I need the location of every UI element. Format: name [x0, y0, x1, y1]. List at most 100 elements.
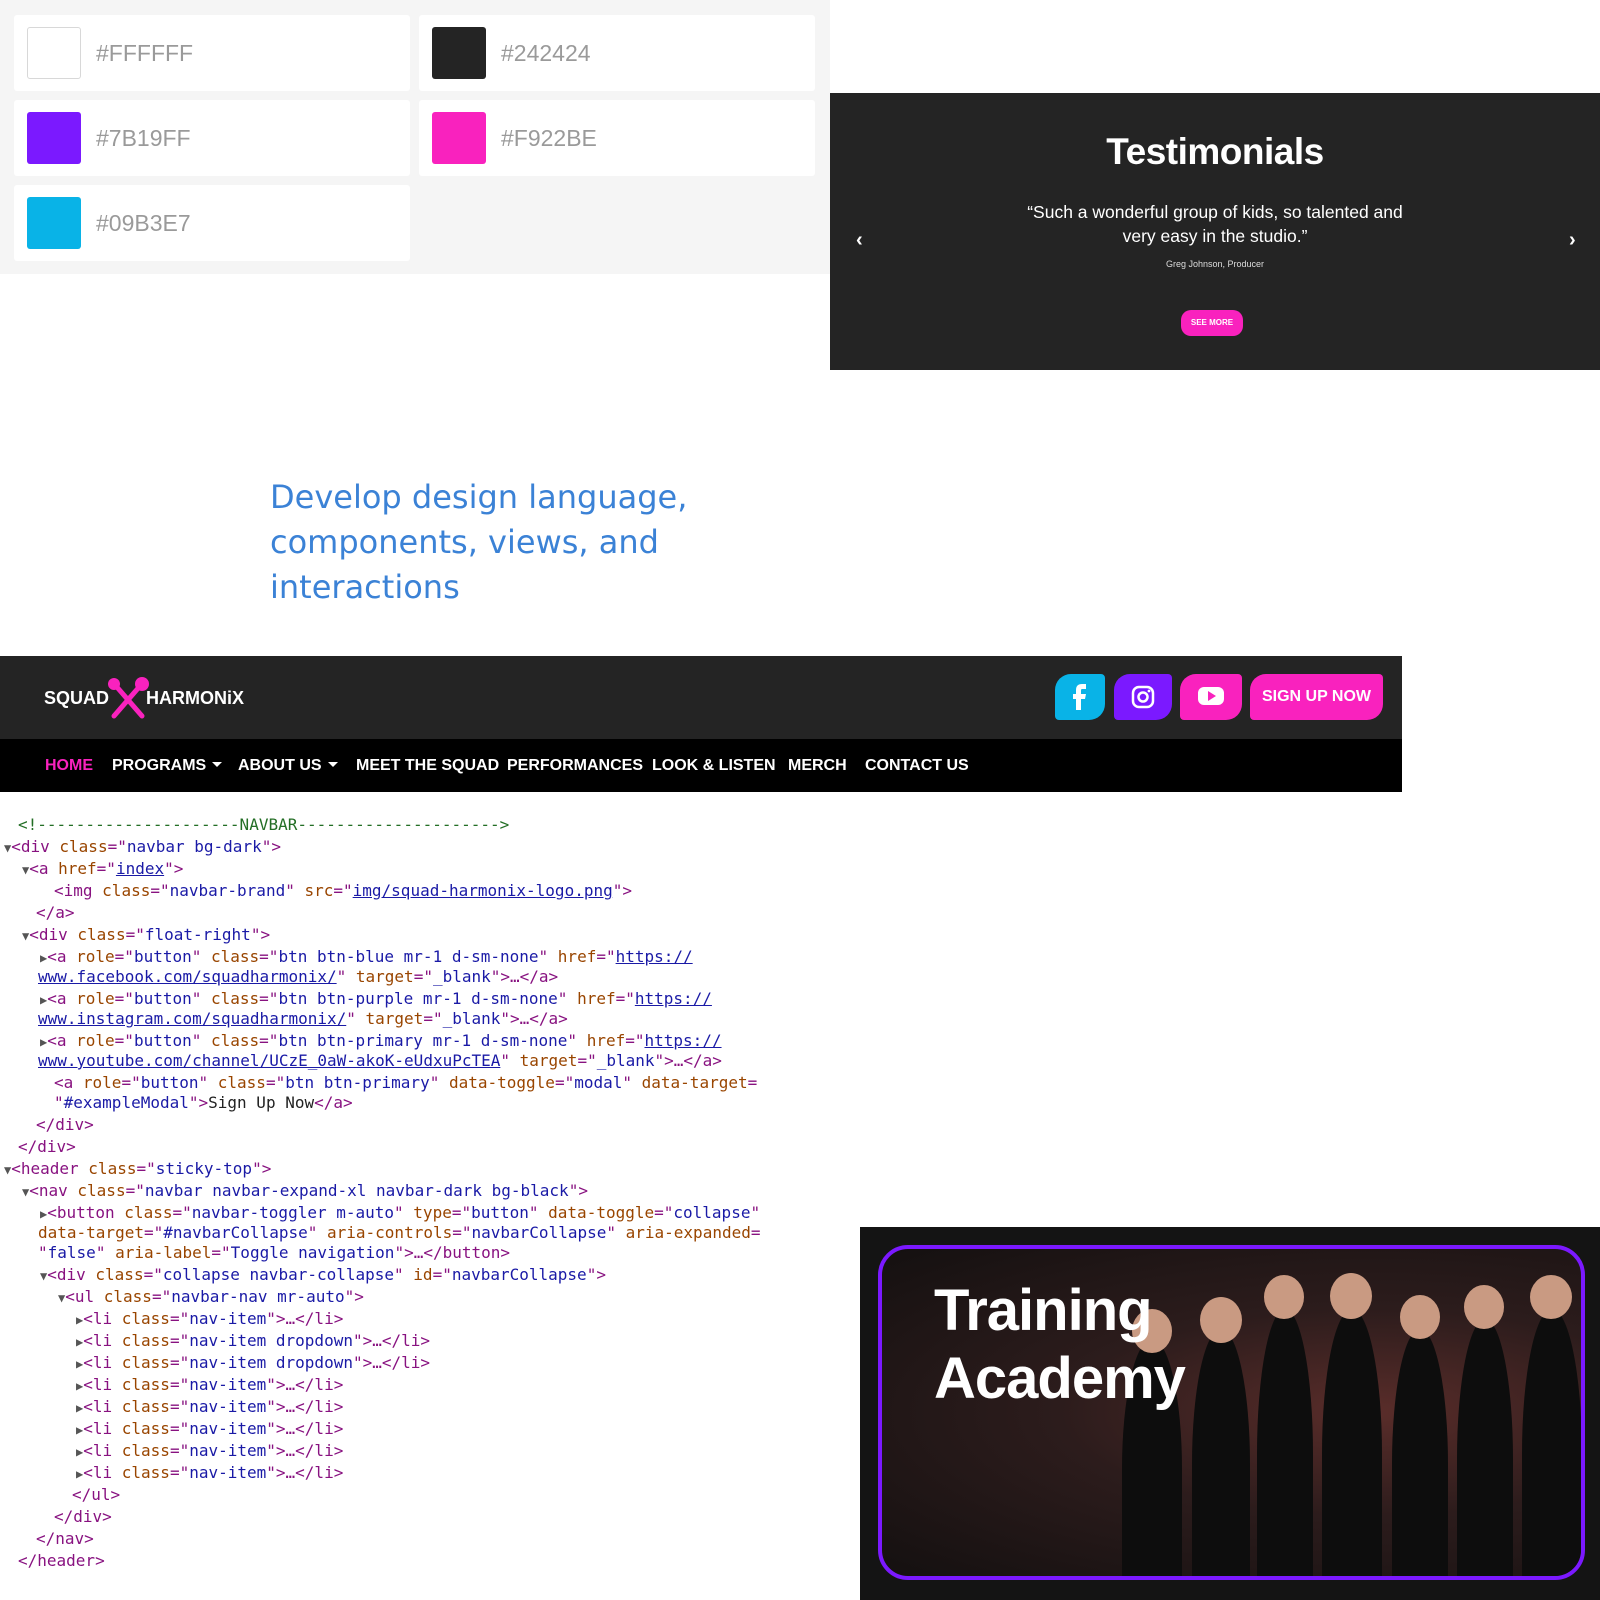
training-academy-frame: Training Academy	[878, 1245, 1585, 1580]
code-line[interactable]: ▶<li class="nav-item">…</li>	[76, 1440, 343, 1462]
chevron-left-icon[interactable]: ‹	[856, 229, 863, 252]
swatch-pink: #F922BE	[419, 100, 815, 176]
sign-up-now-button[interactable]: SIGN UP NOW	[1250, 674, 1383, 720]
code-line: </nav>	[36, 1529, 94, 1548]
testimonial-author: Greg Johnson, Producer	[1165, 259, 1265, 269]
swatch-chip	[27, 112, 81, 164]
performer	[1322, 1309, 1382, 1576]
swatch-dark: #242424	[419, 15, 815, 91]
code-line: </ul>	[72, 1485, 121, 1504]
code-line[interactable]: ▶<a role="button" class="btn btn-blue mr…	[40, 946, 693, 968]
youtube-icon	[1198, 687, 1224, 705]
training-academy-card[interactable]: Training Academy	[860, 1227, 1600, 1600]
facebook-button[interactable]	[1055, 674, 1105, 720]
caret-down-icon	[212, 762, 223, 767]
testimonials-title: Testimonials	[1106, 131, 1324, 172]
testimonial-quote: “Such a wonderful group of kids, so tale…	[1027, 202, 1403, 246]
chevron-right-icon[interactable]: ›	[1569, 229, 1576, 252]
code-line: </div>	[18, 1137, 76, 1156]
caret-down-icon	[327, 762, 338, 767]
code-line: </header>	[18, 1551, 105, 1570]
brand-logo[interactable]: SQUAD HARMONiX	[44, 676, 264, 720]
code-line[interactable]: "false" aria-label="Toggle navigation">……	[38, 1242, 510, 1264]
code-line[interactable]: ▼<div class="navbar bg-dark">	[4, 836, 281, 858]
youtube-button[interactable]	[1180, 674, 1242, 720]
code-line[interactable]: "#exampleModal">Sign Up Now</a>	[54, 1092, 353, 1114]
code-line[interactable]: www.instagram.com/squadharmonix/" target…	[38, 1008, 568, 1030]
nav-item-performances[interactable]: PERFORMANCES	[507, 739, 643, 792]
code-line[interactable]: ▼<header class="sticky-top">	[4, 1158, 271, 1180]
swatch-hex: #F922BE	[501, 125, 597, 151]
training-academy-title: Training Academy	[934, 1277, 1186, 1413]
swatch-chip	[432, 112, 486, 164]
title-line-1: Training	[934, 1278, 1153, 1343]
code-line[interactable]: ▶<li class="nav-item">…</li>	[76, 1374, 343, 1396]
code-line[interactable]: www.facebook.com/squadharmonix/" target=…	[38, 966, 558, 988]
code-line[interactable]: ▼<a href="index">	[22, 858, 183, 880]
devtools-elements-panel: <!---------------------NAVBAR-----------…	[0, 812, 860, 1600]
code-comment: <!---------------------NAVBAR-----------…	[18, 815, 510, 834]
code-line[interactable]: ▼<div class="collapse navbar-collapse" i…	[40, 1264, 606, 1286]
color-palette-panel: #FFFFFF #242424 #7B19FF #F922BE #09B3E7	[0, 0, 830, 274]
testimonials-section: Testimonials ‹ “Such a wonderful group o…	[830, 93, 1600, 370]
performer-head	[1400, 1295, 1440, 1339]
code-line[interactable]: data-target="#navbarCollapse" aria-contr…	[38, 1222, 761, 1244]
logo-word-right: HARMONiX	[146, 688, 244, 708]
title-line-2: Academy	[934, 1346, 1186, 1411]
instagram-icon	[1131, 685, 1155, 709]
headline: Develop design language, components, vie…	[270, 475, 830, 610]
nav-item-programs[interactable]: PROGRAMS	[112, 739, 223, 792]
swatch-white: #FFFFFF	[14, 15, 410, 91]
nav-item-label: PROGRAMS	[112, 757, 207, 774]
code-line[interactable]: ▼<ul class="navbar-nav mr-auto">	[58, 1286, 364, 1308]
see-more-button[interactable]: SEE MORE	[1181, 310, 1243, 336]
nav-item-look-listen[interactable]: LOOK & LISTEN	[652, 739, 776, 792]
swatch-blue: #09B3E7	[14, 185, 410, 261]
code-line[interactable]: <img class="navbar-brand" src="img/squad…	[54, 880, 632, 902]
performer-head	[1264, 1275, 1304, 1319]
swatch-chip	[27, 27, 81, 79]
swatch-chip	[27, 197, 81, 249]
code-line[interactable]: ▶<li class="nav-item">…</li>	[76, 1462, 343, 1484]
code-line[interactable]: ▼<nav class="navbar navbar-expand-xl nav…	[22, 1180, 588, 1202]
nav-item-merch[interactable]: MERCH	[788, 739, 847, 792]
code-line[interactable]: ▶<li class="nav-item">…</li>	[76, 1418, 343, 1440]
code-line: </a>	[36, 903, 75, 922]
instagram-button[interactable]	[1114, 674, 1172, 720]
code-line[interactable]: ▼<div class="float-right">	[22, 924, 270, 946]
nav-item-contact-us[interactable]: CONTACT US	[865, 739, 969, 792]
code-line[interactable]: ▶<li class="nav-item">…</li>	[76, 1308, 343, 1330]
swatch-hex: #FFFFFF	[96, 40, 194, 66]
code-line: </div>	[36, 1115, 94, 1134]
performer-head	[1330, 1273, 1372, 1319]
swatch-hex: #242424	[501, 40, 591, 66]
code-line[interactable]: ▶<li class="nav-item dropdown">…</li>	[76, 1352, 430, 1374]
code-line[interactable]: <a role="button" class="btn btn-primary"…	[54, 1072, 757, 1094]
performer	[1522, 1309, 1581, 1576]
swatch-purple: #7B19FF	[14, 100, 410, 176]
code-line[interactable]: ▶<a role="button" class="btn btn-primary…	[40, 1030, 722, 1052]
code-line[interactable]: www.youtube.com/channel/UCzE_0aW-akoK-eU…	[38, 1050, 722, 1072]
code-line[interactable]: ▶<a role="button" class="btn btn-purple …	[40, 988, 712, 1010]
performer-head	[1464, 1285, 1504, 1329]
logo-word-left: SQUAD	[44, 688, 110, 708]
performer	[1457, 1319, 1513, 1576]
code-line: </div>	[54, 1507, 112, 1526]
nav-item-about-us[interactable]: ABOUT US	[238, 739, 338, 792]
swatch-hex: #7B19FF	[96, 125, 191, 151]
performer	[1257, 1309, 1313, 1576]
main-nav: HOME PROGRAMS ABOUT US MEET THE SQUAD PE…	[0, 739, 1402, 792]
navbar-top: SQUAD HARMONiX SIGN UP NOW	[0, 656, 1402, 739]
nav-item-label: ABOUT US	[238, 757, 322, 774]
headline-line-1: Develop design language,	[270, 478, 688, 516]
performer	[1392, 1329, 1448, 1576]
code-line[interactable]: ▶<li class="nav-item">…</li>	[76, 1396, 343, 1418]
swatch-hex: #09B3E7	[96, 210, 191, 236]
nav-item-meet-the-squad[interactable]: MEET THE SQUAD	[356, 739, 499, 792]
code-line[interactable]: ▶<li class="nav-item dropdown">…</li>	[76, 1330, 430, 1352]
swatch-chip	[432, 27, 486, 79]
code-line[interactable]: ▶<button class="navbar-toggler m-auto" t…	[40, 1202, 760, 1224]
facebook-icon	[1073, 684, 1086, 710]
performer-head	[1530, 1275, 1572, 1319]
nav-item-home[interactable]: HOME	[45, 739, 93, 792]
